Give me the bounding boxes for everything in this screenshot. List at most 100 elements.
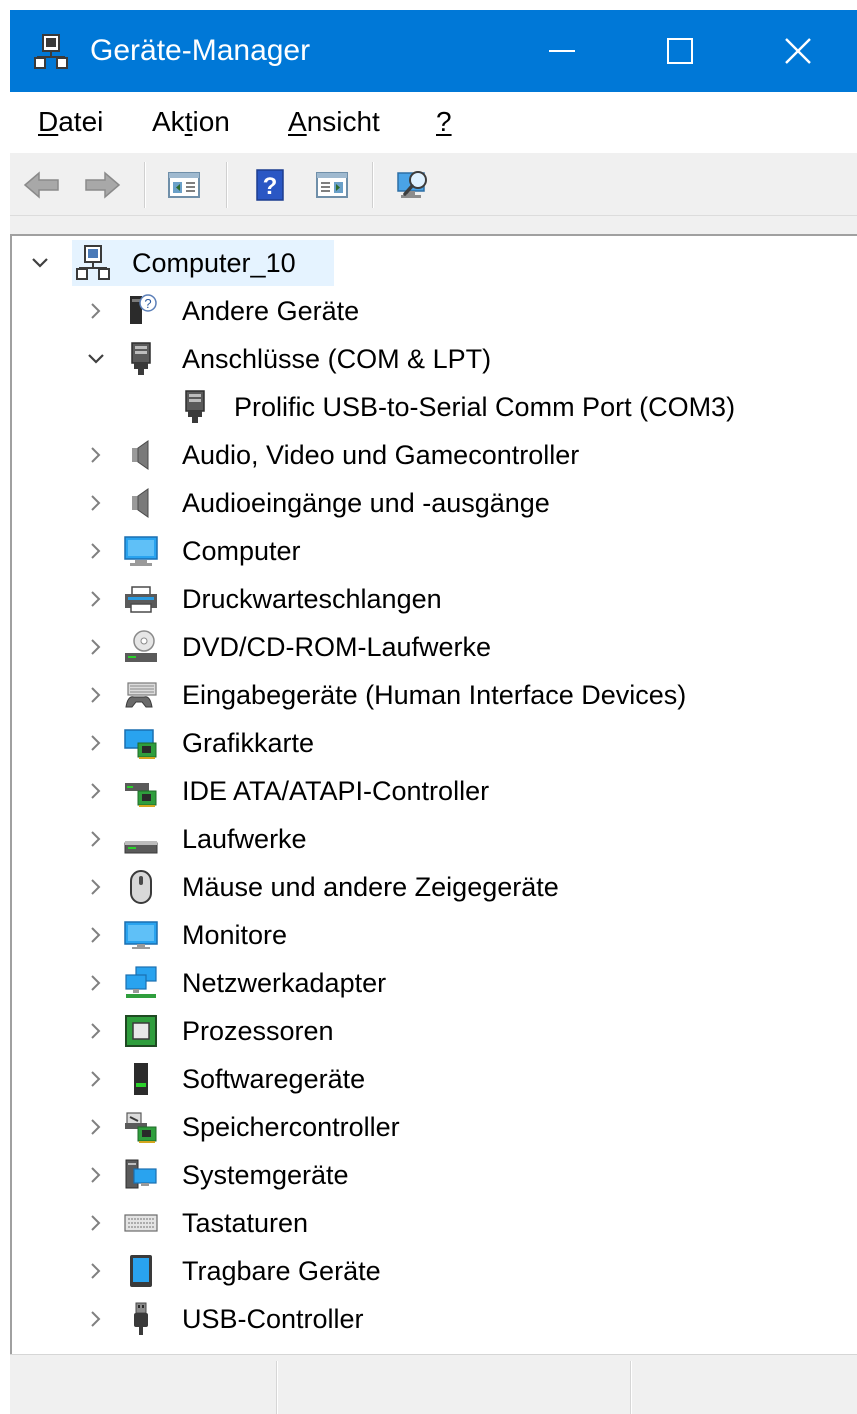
tree-item-computer[interactable]: Computer — [12, 528, 857, 574]
scan-hardware-button[interactable] — [392, 164, 436, 206]
processor-icon — [124, 1013, 158, 1049]
port-icon — [178, 389, 212, 425]
tree-item-softwaregeraete[interactable]: Softwaregeräte — [12, 1056, 857, 1102]
tree-root-row[interactable]: Computer_10 — [12, 240, 857, 286]
chevron-right-icon[interactable] — [84, 683, 108, 707]
tree-item-usb-controller[interactable]: USB-Controller — [12, 1296, 857, 1342]
tree-item-anschluesse[interactable]: Anschlüsse (COM & LPT) — [12, 336, 857, 382]
dvd-drive-icon — [124, 629, 158, 665]
action-pane-button[interactable] — [310, 164, 354, 206]
tree-item-netzwerkadapter[interactable]: Netzwerkadapter — [12, 960, 857, 1006]
tree-item-eingabegeraete[interactable]: Eingabegeräte (Human Interface Devices) — [12, 672, 857, 718]
chevron-right-icon[interactable] — [84, 587, 108, 611]
tree-item-label: Speichercontroller — [182, 1112, 400, 1142]
tree-item-label: Computer — [182, 536, 301, 566]
chevron-right-icon[interactable] — [84, 299, 108, 323]
tree-item-label: Andere Geräte — [182, 296, 360, 326]
menu-bar: Datei Aktion Ansicht ? — [10, 92, 857, 154]
chevron-right-icon[interactable] — [84, 1163, 108, 1187]
menu-ansicht[interactable]: Ansicht — [288, 104, 380, 140]
forward-button[interactable] — [80, 164, 124, 206]
minimize-button[interactable] — [515, 10, 609, 92]
tree-root-label: Computer_10 — [132, 248, 296, 278]
menu-help-accel: ? — [436, 106, 452, 137]
tree-item-prozessoren[interactable]: Prozessoren — [12, 1008, 857, 1054]
chevron-right-icon[interactable] — [84, 539, 108, 563]
chevron-right-icon[interactable] — [84, 635, 108, 659]
usb-icon — [124, 1301, 158, 1337]
display-adapter-icon — [124, 725, 158, 761]
tree-item-audioeingaenge[interactable]: Audioeingänge und -ausgänge — [12, 480, 857, 526]
chevron-down-icon[interactable] — [84, 347, 108, 371]
window-title: Geräte-Manager — [90, 34, 311, 67]
keyboard-icon — [124, 1205, 158, 1241]
scan-hardware-icon — [397, 171, 427, 198]
menu-datei-label: atei — [58, 106, 104, 137]
title-bar[interactable]: Geräte-Manager — [10, 10, 857, 92]
chevron-right-icon[interactable] — [84, 1067, 108, 1091]
speaker-icon — [124, 437, 158, 473]
tree-item-monitore[interactable]: Monitore — [12, 912, 857, 958]
maximize-button[interactable] — [633, 10, 727, 92]
tree-item-label: Laufwerke — [182, 824, 307, 854]
close-button[interactable] — [751, 10, 845, 92]
tree-item-label: Prolific USB-to-Serial Comm Port (COM3) — [234, 392, 736, 422]
tree-item-speichercontroller[interactable]: Speichercontroller — [12, 1104, 857, 1150]
back-button[interactable] — [20, 164, 64, 206]
tree-item-grafikkarte[interactable]: Grafikkarte — [12, 720, 857, 766]
help-icon: ? — [256, 169, 284, 201]
hid-icon — [124, 677, 158, 713]
chevron-right-icon[interactable] — [84, 1307, 108, 1331]
toolbar-separator — [144, 162, 146, 208]
tree-item-laufwerke[interactable]: Laufwerke — [12, 816, 857, 862]
chevron-right-icon[interactable] — [84, 1115, 108, 1139]
menu-ansicht-label: nsicht — [306, 106, 380, 137]
chevron-right-icon[interactable] — [84, 923, 108, 947]
tree-item-label: USB-Controller — [182, 1304, 364, 1334]
status-bar — [10, 1354, 857, 1414]
tree-item-andere-geraete[interactable]: ? Andere Geräte — [12, 288, 857, 334]
computer-network-icon — [76, 245, 110, 281]
chevron-right-icon[interactable] — [84, 779, 108, 803]
tree-item-tastaturen[interactable]: Tastaturen — [12, 1200, 857, 1246]
help-button[interactable]: ? — [248, 164, 292, 206]
chevron-right-icon[interactable] — [84, 491, 108, 515]
tree-item-druckwarteschlangen[interactable]: Druckwarteschlangen — [12, 576, 857, 622]
tree-item-label: Audio, Video und Gamecontroller — [182, 440, 580, 470]
menu-aktion[interactable]: Aktion — [152, 104, 230, 140]
tree-item-tragbare-geraete[interactable]: Tragbare Geräte — [12, 1248, 857, 1294]
tree-item-label: Druckwarteschlangen — [182, 584, 442, 614]
device-manager-window: Geräte-Manager Datei Aktion Ansicht ? ? … — [0, 0, 857, 1414]
tree-item-label: Softwaregeräte — [182, 1064, 366, 1094]
menu-ansicht-accel: A — [288, 106, 307, 137]
tree-item-ide-controller[interactable]: IDE ATA/ATAPI-Controller — [12, 768, 857, 814]
speaker-icon — [124, 485, 158, 521]
chevron-right-icon[interactable] — [84, 1019, 108, 1043]
device-tree[interactable]: Computer_10 ? Andere Geräte Anschlüsse (… — [10, 234, 857, 1354]
tree-item-audio-video[interactable]: Audio, Video und Gamecontroller — [12, 432, 857, 478]
chevron-right-icon[interactable] — [84, 443, 108, 467]
chevron-right-icon[interactable] — [84, 1211, 108, 1235]
chevron-down-icon[interactable] — [28, 251, 52, 275]
chevron-right-icon[interactable] — [84, 731, 108, 755]
tree-item-prolific-port[interactable]: Prolific USB-to-Serial Comm Port (COM3) — [12, 384, 857, 430]
menu-datei[interactable]: Datei — [38, 104, 103, 140]
tree-item-label: Mäuse und andere Zeigegeräte — [182, 872, 559, 902]
tree-item-systemgeraete[interactable]: Systemgeräte — [12, 1152, 857, 1198]
close-icon — [785, 38, 811, 64]
chevron-right-icon[interactable] — [84, 875, 108, 899]
chevron-right-icon[interactable] — [84, 827, 108, 851]
portable-device-icon — [124, 1253, 158, 1289]
unknown-device-icon: ? — [124, 293, 158, 329]
chevron-right-icon[interactable] — [84, 971, 108, 995]
menu-aktion-label-pre: Ak — [152, 106, 185, 137]
computer-monitor-icon — [124, 533, 158, 569]
chevron-right-icon[interactable] — [84, 1259, 108, 1283]
show-hide-console-tree-button[interactable] — [162, 164, 206, 206]
back-icon — [23, 171, 59, 199]
tree-item-maeuse[interactable]: Mäuse und andere Zeigegeräte — [12, 864, 857, 910]
menu-help[interactable]: ? — [436, 104, 452, 140]
action-pane-icon — [316, 172, 348, 198]
tree-item-dvd-cdrom[interactable]: DVD/CD-ROM-Laufwerke — [12, 624, 857, 670]
menu-datei-accel: D — [38, 106, 59, 137]
